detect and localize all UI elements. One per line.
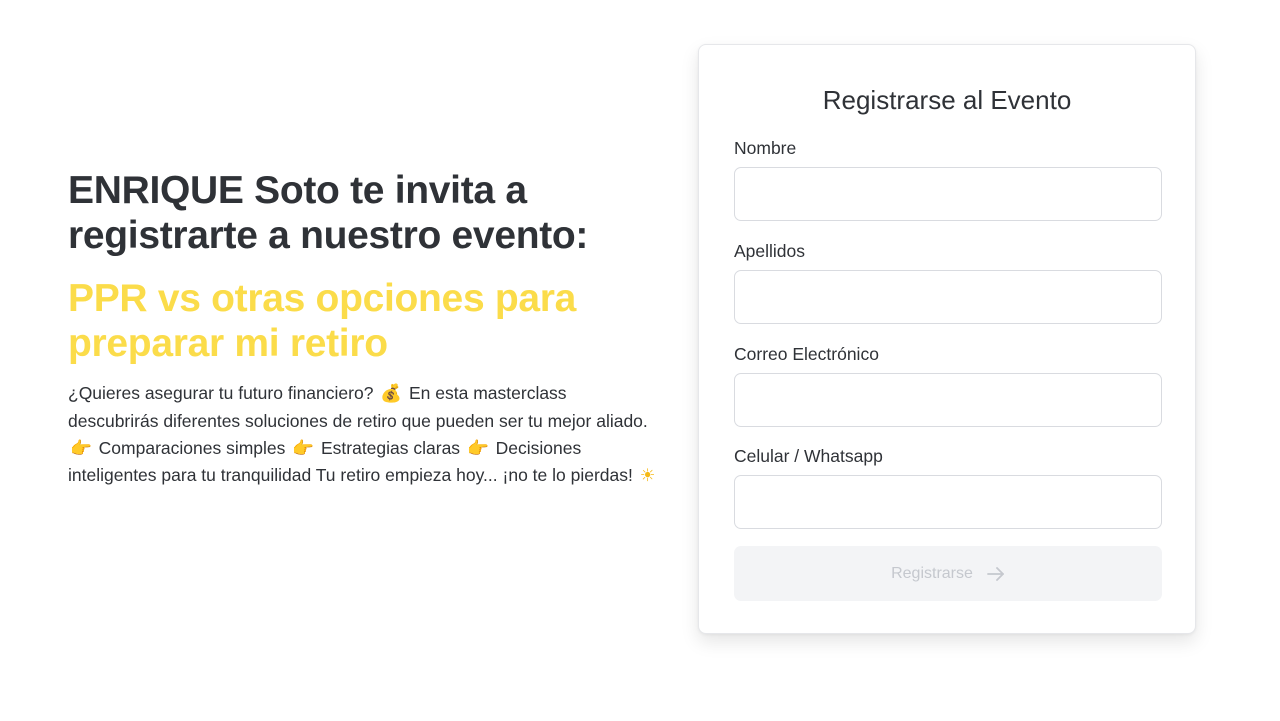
description-text: Estrategias claras	[320, 437, 461, 458]
nombre-input[interactable]	[734, 167, 1162, 221]
email-input[interactable]	[734, 373, 1162, 427]
phone-input[interactable]	[734, 475, 1162, 529]
host-heading: ENRIQUE Soto te invita a registrarte a n…	[68, 169, 589, 257]
field-celular: Celular / Whatsapp	[734, 445, 1162, 529]
money-bag-icon: 💰	[380, 384, 403, 404]
pointing-hand-icon: 👉	[70, 438, 92, 459]
description-text: ¿Quieres asegurar tu futuro financiero?	[68, 383, 374, 403]
sun-icon: ☀	[639, 466, 656, 487]
nombre-label: Nombre	[734, 138, 797, 158]
celular-label: Celular / Whatsapp	[734, 446, 883, 466]
field-correo: Correo Electrónico	[734, 343, 1162, 427]
register-button[interactable]: Registrarse	[734, 546, 1162, 601]
apellidos-input[interactable]	[734, 270, 1162, 324]
page: ENRIQUE Soto te invita a registrarte a n…	[0, 0, 1280, 721]
registration-form: Registrarse al Evento Nombre Apellidos C…	[698, 44, 1196, 634]
form-title: Registrarse al Evento	[822, 85, 1072, 115]
pointing-hand-icon: 👉	[466, 438, 489, 459]
field-apellidos: Apellidos	[734, 240, 1162, 324]
apellidos-label: Apellidos	[734, 241, 806, 261]
pointing-hand-icon: 👉	[292, 438, 315, 459]
arrow-right-icon	[987, 566, 1005, 581]
event-intro: ENRIQUE Soto te invita a registrarte a n…	[68, 168, 658, 490]
description-text: Comparaciones simples	[98, 437, 286, 458]
register-button-label: Registrarse	[891, 564, 973, 582]
event-title: PPR vs otras opciones para preparar mi r…	[68, 277, 577, 365]
correo-label: Correo Electrónico	[734, 344, 879, 364]
event-description: ¿Quieres asegurar tu futuro financiero? …	[68, 380, 658, 490]
field-nombre: Nombre	[734, 137, 1162, 221]
